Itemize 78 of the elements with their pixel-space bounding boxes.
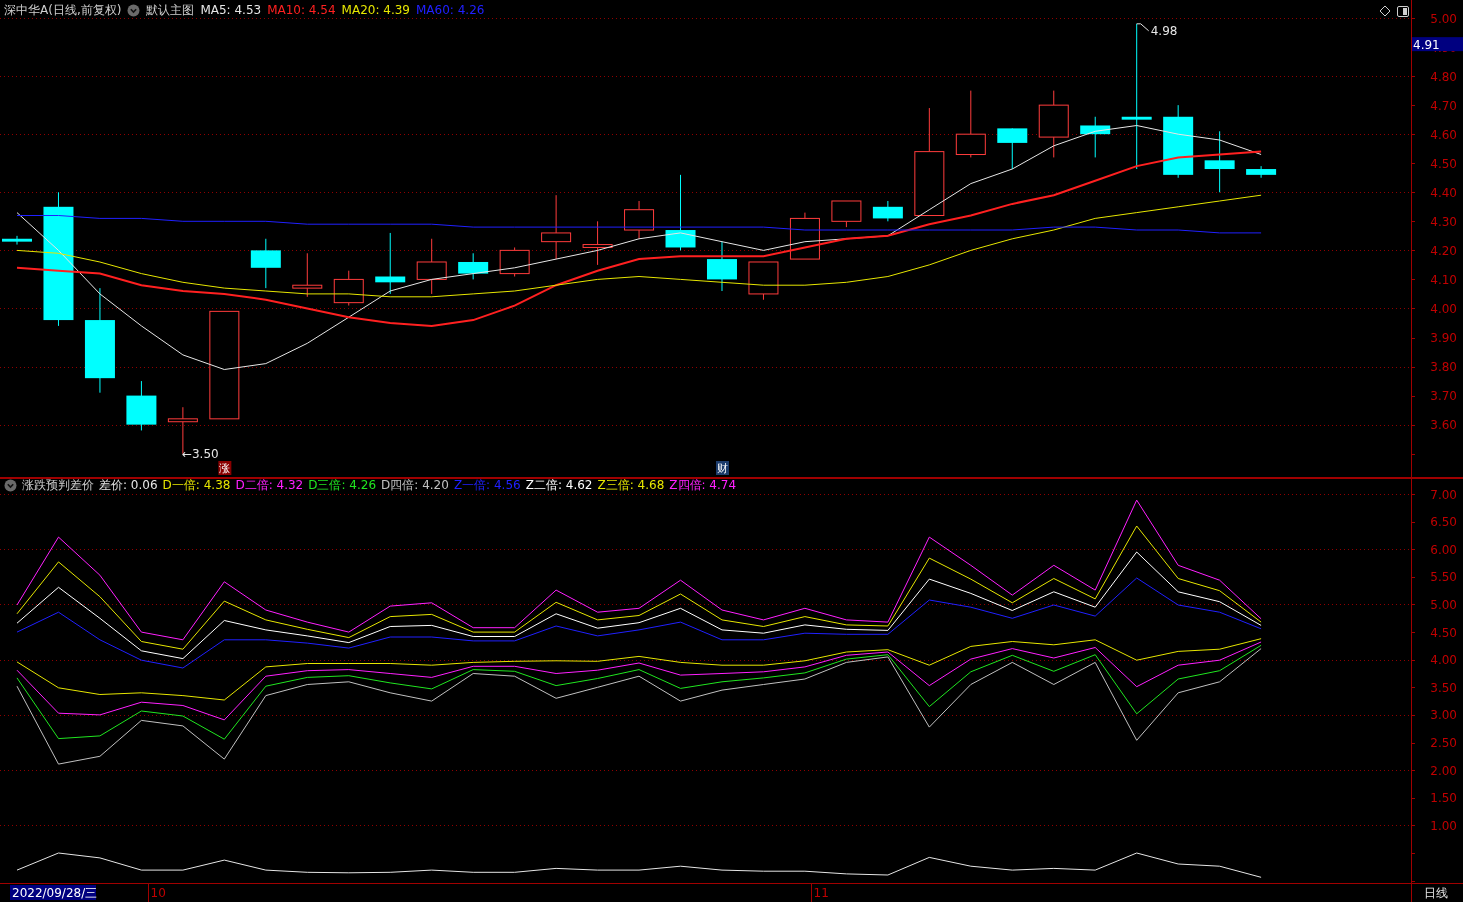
candlestick	[292, 252, 323, 298]
legend-value: MA20: 4.39	[341, 3, 410, 18]
candlestick	[1204, 130, 1235, 193]
legend-value: MA10: 4.54	[267, 3, 336, 18]
axis-label: 4.80	[1430, 69, 1457, 84]
axis-label: 5.50	[1430, 570, 1457, 585]
legend-value: Z四倍: 4.74	[669, 478, 737, 492]
candlestick	[1038, 90, 1069, 158]
axis-label: 5.00	[1430, 597, 1457, 612]
axis-label: 3.80	[1430, 360, 1457, 375]
axis-label: 3.60	[1430, 418, 1457, 433]
axis-label: 1.00	[1430, 818, 1457, 833]
month-label: 10	[150, 886, 166, 900]
legend-value: MA5: 4.53	[200, 3, 262, 18]
template-name[interactable]: 默认主图	[146, 3, 195, 18]
candlestick	[1246, 165, 1277, 179]
axis-label: 1.50	[1430, 791, 1457, 806]
period-label[interactable]: 日线	[1424, 886, 1448, 900]
dropdown-icon[interactable]	[127, 4, 141, 17]
candlestick	[126, 380, 157, 431]
axis-label: 3.50	[1430, 680, 1457, 695]
event-marker[interactable]: 财	[716, 461, 729, 475]
axis-label: 7.00	[1430, 487, 1457, 502]
legend-value: Z二倍: 4.62	[525, 478, 593, 492]
leader-line	[1136, 23, 1150, 32]
event-marker[interactable]: 涨	[218, 461, 232, 475]
panel-toggle-icon[interactable]	[1397, 6, 1409, 17]
axis-label: 4.40	[1430, 185, 1457, 200]
candlestick	[541, 194, 572, 260]
candlestick	[375, 232, 406, 295]
month-label: 11	[813, 886, 829, 900]
legend-value: Z三倍: 4.68	[597, 478, 665, 492]
axis-label: 3.70	[1430, 389, 1457, 404]
legend-value: D二倍: 4.32	[235, 478, 304, 492]
axis-label: 4.10	[1430, 272, 1457, 287]
legend-value: D四倍: 4.20	[381, 478, 449, 492]
axis-label: 4.50	[1430, 156, 1457, 171]
axis-label: 3.90	[1430, 331, 1457, 345]
candlestick	[624, 200, 655, 240]
candlestick	[250, 238, 281, 289]
legend-value: D三倍: 4.26	[308, 478, 377, 492]
candlestick	[955, 90, 986, 158]
candlestick	[707, 241, 737, 292]
candlestick	[582, 220, 613, 266]
date-cursor-label: 2022/09/28/三	[10, 885, 98, 900]
axis-label: 4.00	[1430, 301, 1457, 316]
axis-label: 4.20	[1430, 243, 1457, 258]
axis-label: 4.60	[1430, 127, 1457, 142]
axis-label: 4.50	[1430, 625, 1457, 640]
candlestick	[499, 246, 530, 277]
stock-title: 深中华A(日线,前复权)	[4, 3, 122, 18]
diamond-icon[interactable]	[1379, 5, 1391, 17]
axis-label: 6.50	[1430, 515, 1457, 530]
candlestick	[997, 127, 1028, 170]
axis-label: 4.00	[1430, 653, 1457, 668]
high-price-label: 4.98	[1150, 23, 1178, 38]
dropdown-icon[interactable]	[4, 478, 17, 492]
legend-value: 差价: 0.06	[99, 478, 158, 492]
legend-value: D一倍: 4.38	[162, 478, 231, 492]
legend-value: Z一倍: 4.56	[453, 478, 521, 492]
low-price-label: ←3.50	[181, 446, 219, 461]
axis-label: 4.30	[1430, 214, 1457, 229]
candlestick	[2, 235, 32, 246]
legend-value: MA60: 4.26	[416, 3, 485, 18]
candlestick	[748, 261, 779, 301]
indicator-name: 涨跌预判差价	[22, 478, 94, 492]
axis-label: 2.50	[1430, 736, 1457, 750]
axis-label: 5.00	[1430, 11, 1457, 26]
candlestick	[872, 200, 903, 222]
axis-label: 2.00	[1430, 763, 1457, 778]
candlestick	[416, 238, 447, 295]
candlestick	[1080, 116, 1111, 158]
axis-label: 3.00	[1430, 708, 1457, 723]
candlestick	[333, 270, 364, 307]
axis-label: 6.00	[1430, 542, 1457, 557]
candlestick	[831, 200, 862, 228]
candlestick	[458, 252, 489, 280]
axis-label: 4.70	[1430, 98, 1457, 113]
